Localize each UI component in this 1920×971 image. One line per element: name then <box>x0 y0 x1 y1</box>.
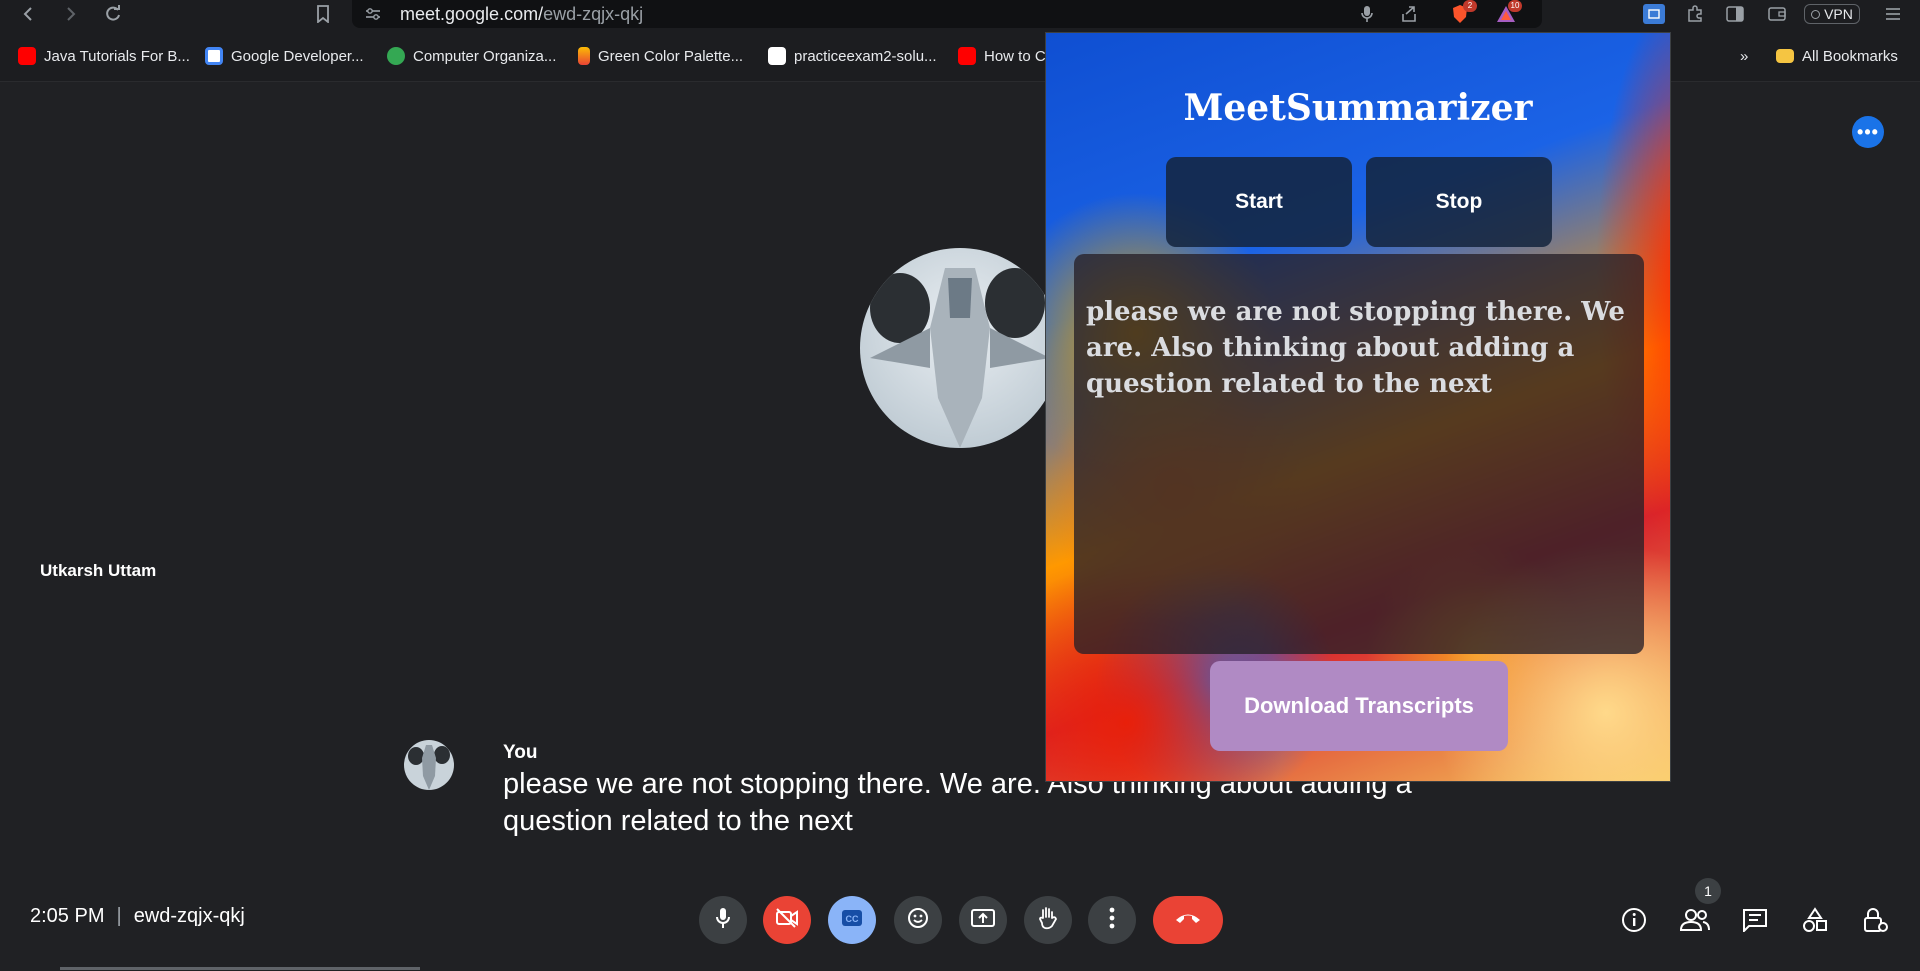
bookmark-item[interactable]: practiceexam2-solu... <box>768 44 937 68</box>
svg-text:CC: CC <box>846 914 859 924</box>
google-developers-icon <box>205 47 223 65</box>
more-options-icon[interactable]: ••• <box>1852 116 1884 148</box>
clock-time: 2:05 PM <box>30 905 105 927</box>
more-options-button[interactable] <box>1088 896 1136 944</box>
brave-shields-badge: 2 <box>1463 0 1477 12</box>
host-controls-icon[interactable] <box>1858 903 1892 937</box>
bookmark-icon[interactable] <box>306 0 340 28</box>
more-vert-icon <box>1109 907 1115 934</box>
caption-speaker-name: You <box>503 742 538 763</box>
microphone-icon[interactable] <box>1356 4 1378 24</box>
folder-icon <box>1776 49 1794 63</box>
all-bookmarks-button[interactable]: All Bookmarks <box>1776 44 1898 68</box>
reactions-button[interactable] <box>894 896 942 944</box>
participant-name: Utkarsh Uttam <box>40 561 157 580</box>
sidebar-icon[interactable] <box>1724 4 1746 24</box>
emoji-icon <box>907 907 929 934</box>
bookmark-item[interactable]: How to C <box>958 44 1046 68</box>
meetsummarizer-extension-icon[interactable] <box>1643 4 1665 24</box>
present-icon <box>971 908 995 933</box>
hand-icon <box>1037 906 1059 935</box>
share-icon[interactable] <box>1398 4 1420 24</box>
vpn-label: VPN <box>1824 6 1853 22</box>
raise-hand-button[interactable] <box>1024 896 1072 944</box>
camera-off-icon <box>775 907 799 933</box>
palette-icon <box>578 47 590 65</box>
bookmark-item[interactable]: Google Developer... <box>205 44 364 68</box>
bookmarks-overflow-button[interactable]: » <box>1740 44 1748 68</box>
bookmark-item[interactable]: Green Color Palette... <box>578 44 743 68</box>
download-transcripts-button[interactable]: Download Transcripts <box>1210 661 1508 751</box>
present-screen-button[interactable] <box>959 896 1007 944</box>
separator: | <box>116 905 122 927</box>
browser-toolbar: meet.google.com/ewd-zqjx-qkj 2 10 VPN <box>0 0 1920 30</box>
site-icon <box>387 47 405 65</box>
youtube-icon <box>958 47 976 65</box>
scroll-indicator <box>60 967 420 970</box>
bookmark-item[interactable]: Java Tutorials For B... <box>18 44 190 68</box>
vpn-button[interactable]: VPN <box>1804 4 1860 24</box>
back-icon[interactable] <box>12 0 46 28</box>
start-button[interactable]: Start <box>1166 157 1352 247</box>
hang-up-icon <box>1174 911 1202 930</box>
forward-icon[interactable] <box>53 0 87 28</box>
youtube-icon <box>18 47 36 65</box>
url-text: meet.google.com/ewd-zqjx-qkj <box>400 4 644 24</box>
stop-button[interactable]: Stop <box>1366 157 1552 247</box>
meeting-info-icon[interactable] <box>1617 903 1651 937</box>
bookmark-item[interactable]: Computer Organiza... <box>387 44 556 68</box>
leave-call-button[interactable] <box>1153 896 1223 944</box>
participant-avatar <box>860 248 1060 448</box>
captions-button[interactable]: CC <box>828 896 876 944</box>
site-icon <box>768 47 786 65</box>
microphone-icon <box>714 907 732 934</box>
microphone-button[interactable] <box>699 896 747 944</box>
site-settings-icon[interactable] <box>362 4 384 24</box>
menu-icon[interactable] <box>1882 4 1904 24</box>
reload-icon[interactable] <box>96 0 130 28</box>
meeting-details: 2:05 PM | ewd-zqjx-qkj <box>30 905 245 928</box>
chat-icon[interactable] <box>1738 903 1772 937</box>
captions-icon: CC <box>841 909 863 932</box>
transcript-box[interactable]: please we are not stopping there. We are… <box>1074 254 1644 654</box>
extension-title: MeetSummarizer <box>1183 87 1533 129</box>
extensions-puzzle-icon[interactable] <box>1684 4 1706 24</box>
meeting-code: ewd-zqjx-qkj <box>133 905 245 927</box>
activities-icon[interactable] <box>1798 903 1832 937</box>
people-count-badge: 1 <box>1695 878 1721 904</box>
caption-speaker-avatar <box>404 740 454 790</box>
brave-rewards-badge: 10 <box>1508 0 1522 12</box>
wallet-icon[interactable] <box>1766 4 1788 24</box>
people-icon[interactable] <box>1678 903 1712 937</box>
camera-off-button[interactable] <box>763 896 811 944</box>
meetsummarizer-popup: MeetSummarizer Start Stop please we are … <box>1045 32 1671 782</box>
screen: meet.google.com/ewd-zqjx-qkj 2 10 VPN Ja… <box>0 0 1920 971</box>
